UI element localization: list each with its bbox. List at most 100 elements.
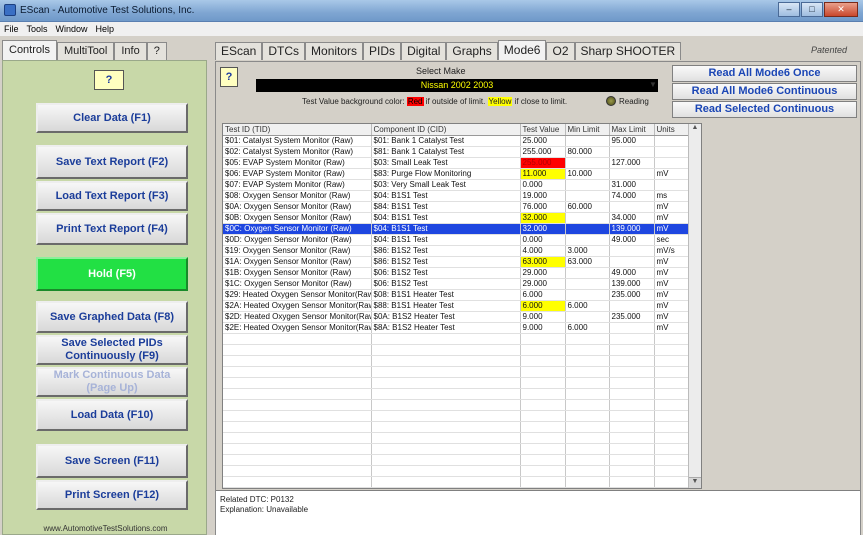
col-header-min[interactable]: Min Limit — [565, 124, 610, 136]
table-row[interactable]: $29: Heated Oxygen Sensor Monitor(Raw) $0… — [223, 289, 691, 301]
chevron-down-icon[interactable]: ▼ — [649, 80, 657, 89]
minimize-icon[interactable]: – — [778, 2, 800, 17]
col-header-units[interactable]: Units — [654, 124, 691, 136]
cell-units — [654, 157, 691, 169]
tab-controls[interactable]: Controls — [2, 40, 57, 60]
cell-min — [565, 311, 610, 323]
tab-graphs[interactable]: Graphs — [446, 42, 498, 60]
make-select[interactable]: Nissan 2002 2003 — [256, 79, 658, 92]
empty-table-row — [223, 476, 691, 488]
table-header: Test ID (TID) Component ID (CID) Test Va… — [223, 124, 691, 136]
tab-o2[interactable]: O2 — [546, 42, 575, 60]
table-row[interactable]: $1B: Oxygen Sensor Monitor (Raw) $06: B1S… — [223, 267, 691, 279]
read-all-continuous-button[interactable]: Read All Mode6 Continuous — [672, 83, 857, 100]
read-selected-continuous-button[interactable]: Read Selected Continuous — [672, 101, 857, 118]
cell-value: 6.000 — [520, 289, 566, 301]
print-text-report-button[interactable]: Print Text Report (F4) — [36, 213, 188, 245]
save-graphed-data-button[interactable]: Save Graphed Data (F8) — [36, 301, 188, 333]
empty-cell — [520, 377, 566, 389]
menu-window[interactable]: Window — [56, 22, 88, 36]
table-row[interactable]: $2D: Heated Oxygen Sensor Monitor(Raw) $0… — [223, 311, 691, 323]
empty-cell — [520, 410, 566, 422]
table-row[interactable]: $0C: Oxygen Sensor Monitor (Raw) $04: B1S… — [223, 223, 691, 235]
tab-monitors[interactable]: Monitors — [305, 42, 364, 60]
menu-tools[interactable]: Tools — [27, 22, 48, 36]
print-screen-button[interactable]: Print Screen (F12) — [36, 480, 188, 510]
table-row[interactable]: $2E: Heated Oxygen Sensor Monitor(Raw) $8… — [223, 322, 691, 334]
cell-value: 11.000 — [520, 168, 566, 180]
website-label: www.AutomotiveTestSolutions.com — [43, 524, 168, 533]
table-row[interactable]: $19: Oxygen Sensor Monitor (Raw) $86: B1S… — [223, 245, 691, 257]
table-row[interactable]: $07: EVAP System Monitor (Raw) $03: Very … — [223, 179, 691, 191]
empty-cell — [371, 388, 521, 400]
table-row[interactable]: $05: EVAP System Monitor (Raw) $03: Small… — [223, 157, 691, 169]
load-text-report-button[interactable]: Load Text Report (F3) — [36, 181, 188, 211]
tab-mode6[interactable]: Mode6 — [497, 40, 547, 60]
col-header-value[interactable]: Test Value — [520, 124, 566, 136]
help-button[interactable]: ? — [94, 70, 124, 90]
cell-max: 31.000 — [609, 179, 655, 191]
tab-info[interactable]: Info — [114, 42, 147, 60]
tab-digital[interactable]: Digital — [401, 42, 447, 60]
col-header-max[interactable]: Max Limit — [609, 124, 655, 136]
table-row[interactable]: $06: EVAP System Monitor (Raw) $83: Purge… — [223, 168, 691, 180]
empty-table-row — [223, 366, 691, 378]
vertical-scrollbar[interactable]: ▲ ▼ — [688, 124, 701, 488]
empty-cell — [223, 465, 372, 477]
table-row[interactable]: $0A: Oxygen Sensor Monitor (Raw) $84: B1S… — [223, 201, 691, 213]
empty-cell — [609, 443, 655, 455]
table-row[interactable]: $01: Catalyst System Monitor (Raw) $01: B… — [223, 135, 691, 147]
cell-tid: $29: Heated Oxygen Sensor Monitor(Raw) — [223, 289, 372, 301]
table-row[interactable]: $0B: Oxygen Sensor Monitor (Raw) $04: B1S… — [223, 212, 691, 224]
cell-value: 4.000 — [520, 245, 566, 257]
maximize-icon[interactable]: □ — [801, 2, 823, 17]
cell-units: mV — [654, 223, 691, 235]
scroll-down-icon[interactable]: ▼ — [689, 477, 701, 488]
table-row[interactable]: $1C: Oxygen Sensor Monitor (Raw) $06: B1S… — [223, 278, 691, 290]
load-data-button[interactable]: Load Data (F10) — [36, 399, 188, 431]
empty-cell — [520, 432, 566, 444]
patented-label: Patented — [810, 45, 847, 55]
read-all-once-button[interactable]: Read All Mode6 Once — [672, 65, 857, 82]
empty-cell — [520, 344, 566, 356]
cell-max: 139.000 — [609, 278, 655, 290]
cell-value: 6.000 — [520, 300, 566, 312]
save-screen-button[interactable]: Save Screen (F11) — [36, 444, 188, 478]
tab-escan[interactable]: EScan — [215, 42, 263, 60]
close-icon[interactable]: ✕ — [824, 2, 858, 17]
table-row[interactable]: $2A: Heated Oxygen Sensor Monitor(Raw) $8… — [223, 300, 691, 312]
scroll-up-icon[interactable]: ▲ — [689, 124, 701, 135]
cell-tid: $01: Catalyst System Monitor (Raw) — [223, 135, 372, 147]
menu-help[interactable]: Help — [96, 22, 115, 36]
save-text-report-button[interactable]: Save Text Report (F2) — [36, 145, 188, 179]
menu-file[interactable]: File — [4, 22, 19, 36]
empty-cell — [609, 432, 655, 444]
tab-dtcs[interactable]: DTCs — [262, 42, 306, 60]
cell-units: mV — [654, 212, 691, 224]
tab-pids[interactable]: PIDs — [363, 42, 402, 60]
clear-data-button[interactable]: Clear Data (F1) — [36, 103, 188, 133]
empty-cell — [371, 476, 521, 488]
tab-help[interactable]: ? — [146, 42, 167, 60]
empty-cell — [565, 443, 610, 455]
table-row[interactable]: $08: Oxygen Sensor Monitor (Raw) $04: B1S… — [223, 190, 691, 202]
hold-button[interactable]: Hold (F5) — [36, 257, 188, 291]
cell-min — [565, 157, 610, 169]
empty-cell — [520, 443, 566, 455]
save-selected-pids-button[interactable]: Save Selected PIDs Continuously (F9) — [36, 335, 188, 365]
col-header-cid[interactable]: Component ID (CID) — [371, 124, 521, 136]
empty-cell — [565, 410, 610, 422]
empty-cell — [609, 410, 655, 422]
table-row[interactable]: $02: Catalyst System Monitor (Raw) $81: B… — [223, 146, 691, 158]
col-header-tid[interactable]: Test ID (TID) — [223, 124, 372, 136]
mark-continuous-data-button[interactable]: Mark Continuous Data (Page Up) — [36, 367, 188, 397]
tab-sharp-shooter[interactable]: Sharp SHOOTER — [574, 42, 682, 60]
tab-multitool[interactable]: MultiTool — [56, 42, 115, 60]
title-bar: EScan - Automotive Test Solutions, Inc. … — [0, 0, 863, 22]
table-row[interactable]: $1A: Oxygen Sensor Monitor (Raw) $86: B1S… — [223, 256, 691, 268]
help-button[interactable]: ? — [220, 67, 238, 87]
table-row[interactable]: $0D: Oxygen Sensor Monitor (Raw) $04: B1S… — [223, 234, 691, 246]
empty-table-row — [223, 454, 691, 466]
cell-units — [654, 135, 691, 147]
cell-cid: $04: B1S1 Test — [371, 234, 521, 246]
